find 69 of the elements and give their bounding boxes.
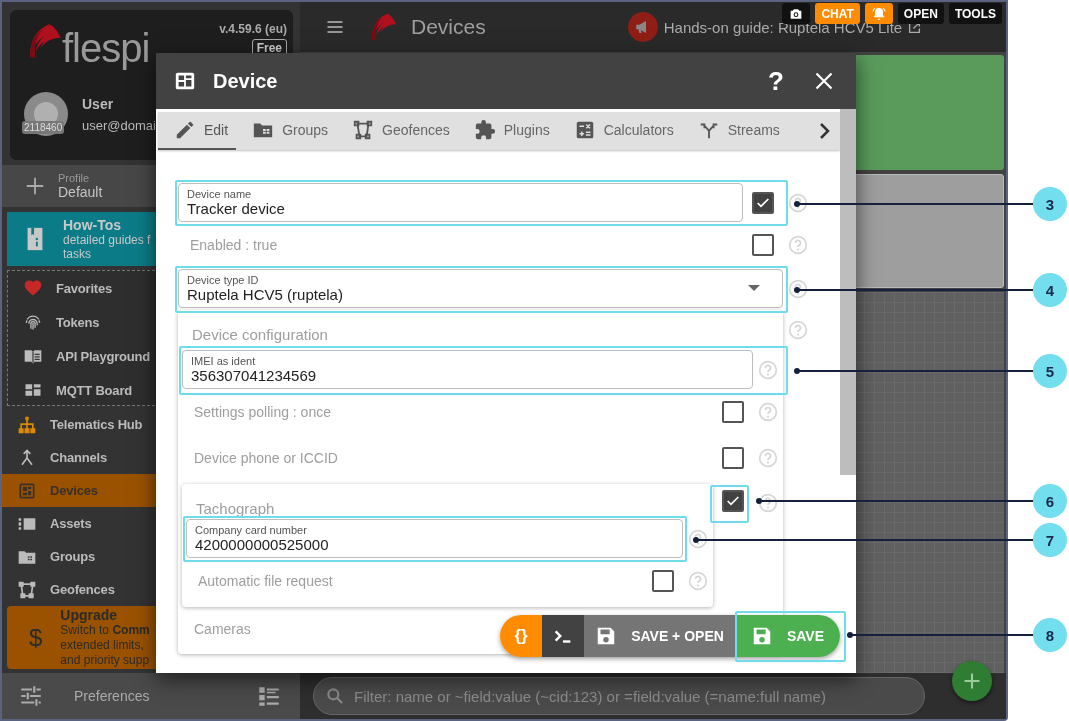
input-field[interactable]: Company card number 4200000000525000 — [186, 519, 683, 558]
toolbar-button[interactable]: TOOLS — [948, 3, 1002, 24]
help-button[interactable]: ? — [768, 65, 784, 97]
help-icon[interactable] — [788, 192, 808, 213]
account-id: 2118460 — [22, 121, 65, 134]
highlight-frame — [710, 485, 749, 523]
bell-icon — [870, 5, 887, 22]
page-title: Devices — [411, 15, 486, 39]
chevron-right-icon — [818, 121, 832, 141]
guide-book-icon — [25, 226, 45, 252]
sliders-icon — [18, 683, 44, 709]
option-label: Enabled : true — [190, 237, 278, 253]
checkbox[interactable] — [722, 401, 744, 423]
version-label: v.4.59.6 (eu) — [219, 22, 287, 36]
icon-button[interactable] — [864, 3, 893, 24]
select-field[interactable]: Device type ID Ruptela HCV5 (ruptela) — [178, 269, 783, 308]
callout-marker: 8 — [1033, 618, 1067, 652]
add-button[interactable] — [952, 661, 992, 701]
search-icon — [325, 686, 345, 706]
help-icon[interactable] — [788, 278, 808, 299]
checkbox[interactable] — [752, 234, 774, 256]
plus-icon — [24, 175, 46, 197]
plus-icon — [962, 671, 982, 691]
icon-button[interactable] — [782, 3, 811, 24]
callout-marker: 7 — [1033, 523, 1067, 557]
callout-marker: 5 — [1033, 354, 1067, 388]
puzzle-icon — [473, 119, 496, 141]
tab[interactable]: Plugins — [457, 112, 558, 150]
section-title: Device configuration — [192, 326, 328, 343]
help-icon[interactable] — [688, 528, 708, 549]
callout-marker: 4 — [1033, 273, 1067, 307]
checkbox[interactable] — [722, 490, 744, 512]
tab[interactable]: Edit — [158, 112, 237, 150]
input-field[interactable]: IMEI as ident 356307041234569 — [182, 350, 753, 389]
callout-marker: 6 — [1033, 484, 1067, 518]
polygon-icon — [352, 119, 375, 141]
tab[interactable]: Calculators — [557, 112, 682, 150]
option-label: Settings polling : once — [194, 404, 331, 420]
checkbox[interactable] — [752, 191, 774, 214]
option-label: Device phone or ICCID — [194, 450, 338, 466]
toolbar-button[interactable]: OPEN — [897, 3, 944, 24]
checkbox[interactable] — [652, 570, 674, 592]
dialog-title: Device — [213, 69, 279, 93]
option-label: Automatic file request — [198, 573, 333, 589]
device-icon — [174, 70, 196, 92]
checkbox[interactable] — [722, 447, 744, 469]
close-icon — [814, 71, 834, 91]
heart-icon — [23, 278, 43, 298]
console-button[interactable] — [542, 615, 584, 657]
section-label: Cameras — [194, 621, 251, 637]
pencil-icon — [174, 119, 196, 141]
hierarchy-icon — [17, 414, 37, 435]
polygon-icon — [17, 579, 37, 600]
tab[interactable]: Groups — [236, 112, 337, 150]
tab[interactable]: Streams — [681, 112, 788, 150]
callout-marker: 3 — [1033, 187, 1067, 221]
user-name: User — [82, 95, 115, 112]
input-field[interactable]: Device name Tracker device — [178, 183, 743, 222]
scrollbar[interactable] — [840, 109, 856, 475]
preferences-label[interactable]: Preferences — [74, 688, 256, 704]
search-field[interactable]: Filter: name or ~field:value (~cid:123) or =field:value (=name:full name) — [313, 677, 925, 715]
megaphone-icon — [627, 12, 658, 42]
save-open-button[interactable]: SAVE + OPEN — [584, 615, 735, 657]
caret-icon — [748, 284, 760, 293]
tab[interactable]: Geofences — [336, 112, 458, 150]
user-email: user@domai — [82, 117, 156, 133]
fingerprint-icon — [23, 312, 43, 332]
device-card[interactable] — [854, 174, 1004, 288]
logo-text: flespi — [62, 26, 150, 70]
